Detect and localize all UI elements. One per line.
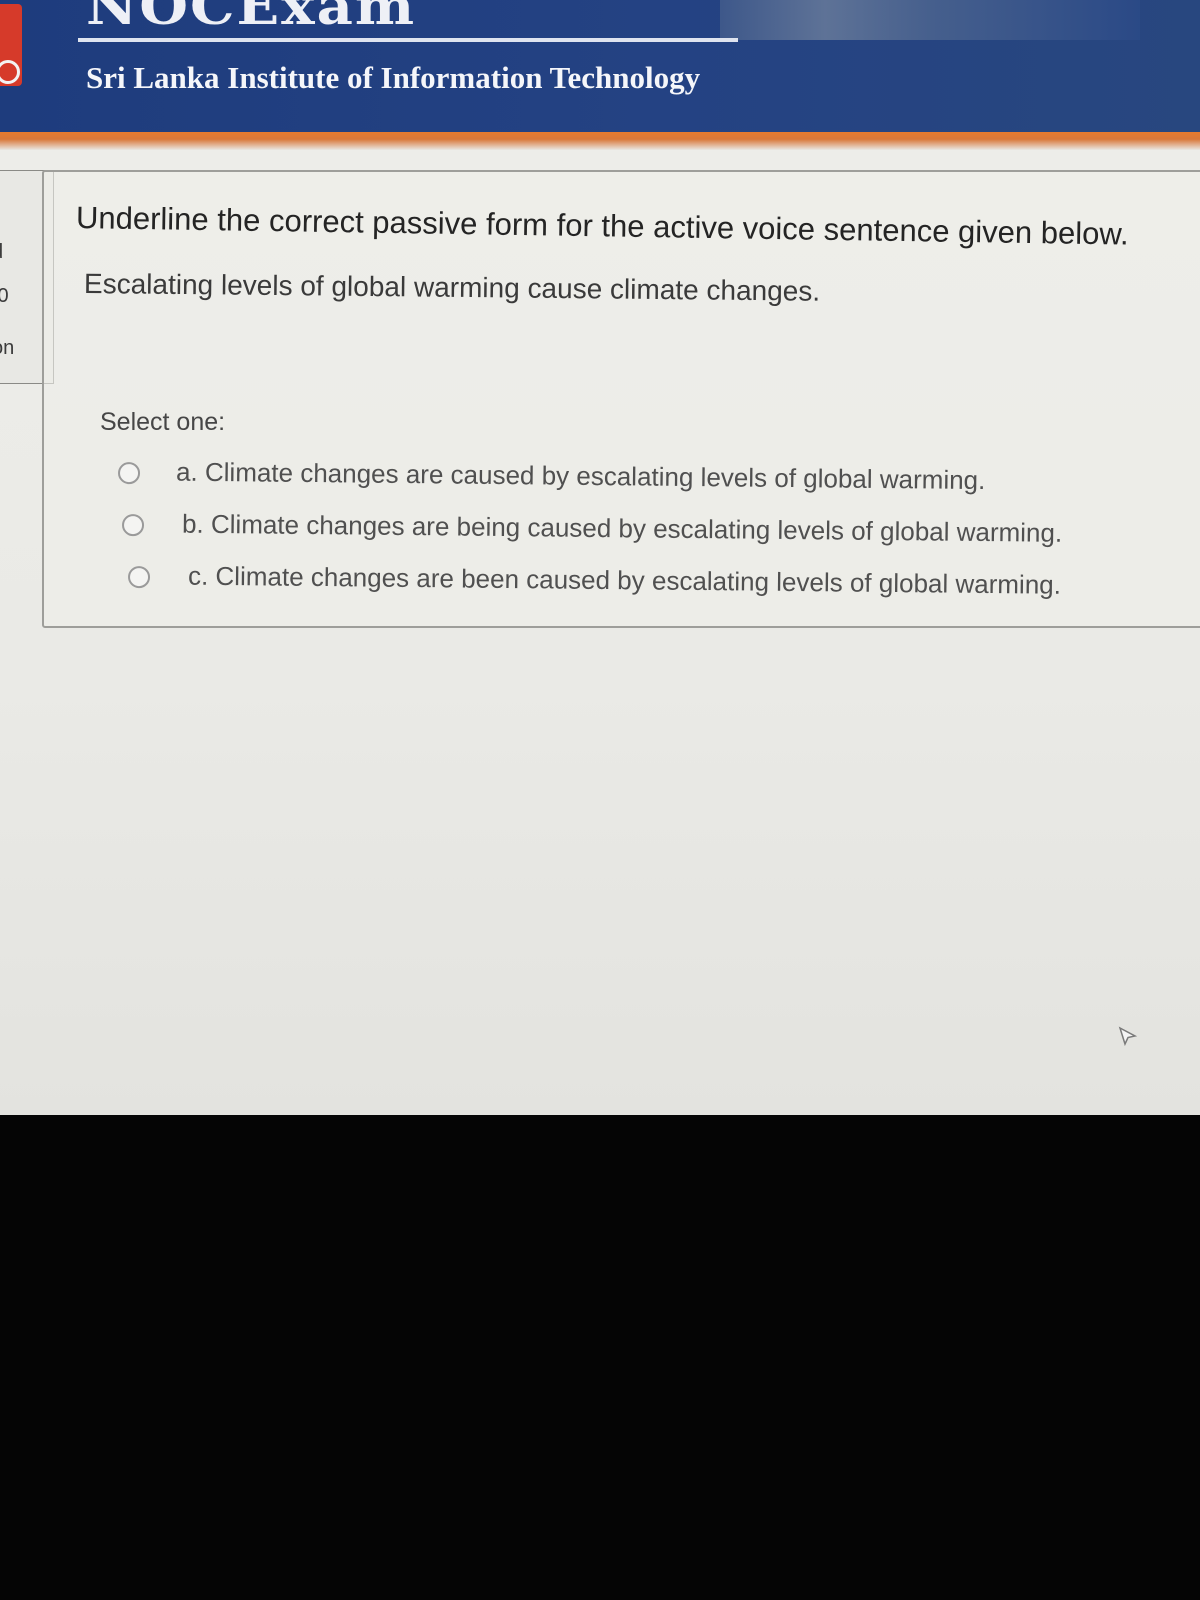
radio-button-c[interactable] [127,566,151,589]
institution-name: Sri Lanka Institute of Information Techn… [86,60,701,95]
question-prompt: Underline the correct passive form for t… [75,200,1129,252]
question-card: Underline the correct passive form for t… [42,170,1200,628]
site-header: NOCExam Sri Lanka Institute of Informati… [0,0,1200,136]
header-banner-image [720,0,1140,40]
radio-button-a[interactable] [117,462,141,485]
header-accent-bar [0,132,1200,150]
mouse-pointer-icon [1118,1026,1138,1047]
info-line: on [0,337,15,359]
brand-wordmark: NOCExam [86,0,417,37]
answer-option-label[interactable]: b. Climate changes are being caused by e… [182,509,1062,549]
answer-option-label[interactable]: a. Climate changes are caused by escalat… [176,457,986,496]
browser-screen: NOCExam Sri Lanka Institute of Informati… [0,0,1200,1115]
radio-button-b[interactable] [121,514,145,537]
info-line: d [0,241,3,264]
sliit-logo-icon [0,4,22,86]
question-sentence: Escalating levels of global warming caus… [83,268,821,307]
info-line: .0 [0,285,9,307]
answer-option-label[interactable]: c. Climate changes are been caused by es… [188,561,1061,601]
select-one-label: Select one: [100,408,226,436]
brand-divider [78,38,738,42]
